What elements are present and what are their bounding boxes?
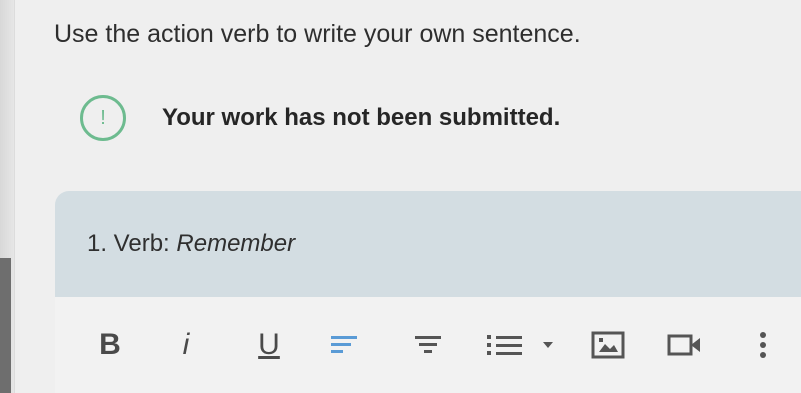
- bold-icon: B: [99, 328, 121, 361]
- align-left-icon: [331, 336, 357, 353]
- left-rail: [0, 0, 15, 393]
- underline-icon: U: [258, 328, 280, 361]
- bulleted-list-button[interactable]: [483, 325, 527, 365]
- underline-button[interactable]: U: [251, 325, 287, 365]
- status-message: Your work has not been submitted.: [162, 104, 561, 131]
- insert-video-button[interactable]: [663, 325, 707, 365]
- submission-status: ! Your work has not been submitted.: [80, 95, 560, 141]
- align-center-icon: [415, 336, 441, 353]
- more-options-button[interactable]: [753, 325, 773, 365]
- italic-icon: i: [182, 328, 190, 361]
- question-card: 1. Verb: Remember: [55, 191, 801, 297]
- editor-toolbar: B i U: [55, 297, 801, 393]
- more-options-icon: [760, 332, 766, 358]
- question-label: 1. Verb: Remember: [87, 230, 295, 258]
- insert-image-button[interactable]: [588, 325, 628, 365]
- assignment-page: Use the action verb to write your own se…: [0, 0, 801, 393]
- exclamation-glyph: !: [100, 106, 106, 129]
- list-dropdown-button[interactable]: [541, 325, 555, 365]
- list-dropdown-caret-icon: [543, 342, 553, 348]
- italic-button[interactable]: i: [171, 325, 201, 365]
- question-prefix: 1. Verb:: [87, 230, 177, 257]
- instructions-text: Use the action verb to write your own se…: [54, 20, 581, 48]
- bold-button[interactable]: B: [93, 325, 127, 365]
- bulleted-list-icon: [487, 335, 522, 355]
- align-left-button[interactable]: [327, 325, 361, 365]
- align-center-button[interactable]: [411, 325, 445, 365]
- exclamation-circle-icon: !: [80, 95, 126, 141]
- insert-image-icon: [591, 331, 625, 359]
- question-term: Remember: [176, 230, 296, 257]
- left-rail-strip: [0, 258, 11, 393]
- insert-video-icon: [667, 334, 700, 356]
